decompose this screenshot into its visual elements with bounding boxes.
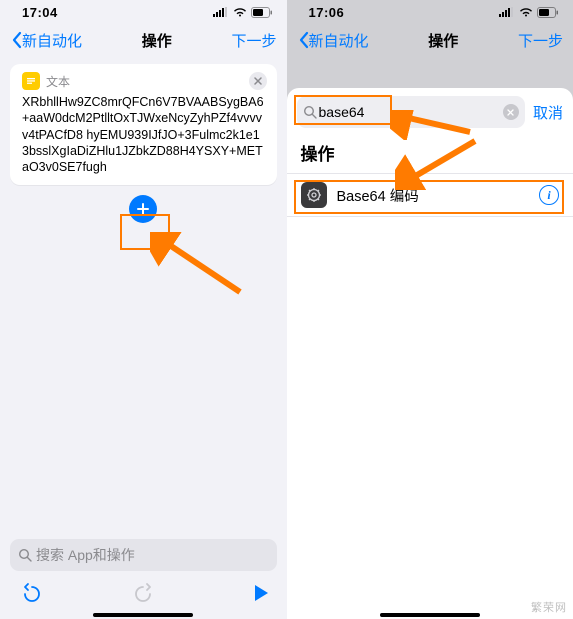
wifi-icon bbox=[233, 7, 247, 17]
right-phone: 17:06 新自动化 操作 下一步 bbox=[287, 0, 573, 619]
watermark: 繁荣网 bbox=[531, 599, 567, 615]
text-action-icon bbox=[22, 72, 40, 90]
add-action-button[interactable] bbox=[129, 195, 157, 223]
gear-icon bbox=[301, 182, 327, 208]
plus-icon bbox=[136, 202, 150, 216]
search-icon bbox=[303, 105, 317, 119]
status-bar: 17:04 bbox=[0, 0, 287, 24]
undo-button[interactable] bbox=[18, 582, 40, 609]
battery-icon bbox=[251, 7, 273, 18]
search-placeholder: 搜索 App和操作 bbox=[36, 545, 135, 565]
status-time: 17:04 bbox=[22, 5, 58, 20]
left-phone: 17:04 新自动化 操作 下一步 文本 bbox=[0, 0, 287, 619]
card-body-text: XRbhllHw9ZC8mrQFCn6V7BVAABSygBA6+aaW0dcM… bbox=[22, 94, 265, 175]
wifi-icon bbox=[519, 7, 533, 17]
card-title: 文本 bbox=[46, 73, 70, 90]
status-time: 17:06 bbox=[309, 5, 345, 20]
result-row[interactable]: Base64 编码 i bbox=[287, 174, 573, 216]
signal-icon bbox=[213, 7, 229, 17]
bottom-toolbar bbox=[0, 575, 287, 615]
result-label: Base64 编码 bbox=[337, 185, 530, 206]
back-label: 新自动化 bbox=[309, 30, 369, 51]
card-close-button[interactable] bbox=[249, 72, 267, 90]
home-indicator bbox=[380, 613, 480, 617]
search-icon bbox=[18, 548, 32, 562]
battery-icon bbox=[537, 7, 559, 18]
next-button[interactable]: 下一步 bbox=[518, 30, 563, 51]
redo-icon bbox=[135, 582, 157, 604]
search-bar[interactable]: 搜索 App和操作 bbox=[10, 539, 277, 571]
redo-button bbox=[135, 582, 157, 609]
close-icon bbox=[507, 109, 514, 116]
nav-bar: 新自动化 操作 下一步 bbox=[287, 24, 573, 56]
text-action-card[interactable]: 文本 XRbhllHw9ZC8mrQFCn6V7BVAABSygBA6+aaW0… bbox=[10, 64, 277, 185]
divider bbox=[287, 216, 573, 217]
sheet-search-bar[interactable] bbox=[297, 96, 525, 128]
sheet-title: 操作 bbox=[287, 134, 573, 173]
clear-search-button[interactable] bbox=[503, 104, 519, 120]
close-icon bbox=[254, 77, 262, 85]
next-button[interactable]: 下一步 bbox=[231, 30, 276, 51]
info-button[interactable]: i bbox=[539, 185, 559, 205]
cancel-button[interactable]: 取消 bbox=[533, 102, 563, 123]
action-picker-sheet: 取消 操作 Base64 编码 i bbox=[287, 88, 573, 619]
signal-icon bbox=[499, 7, 515, 17]
run-button[interactable] bbox=[253, 584, 269, 607]
back-button[interactable]: 新自动化 bbox=[297, 30, 369, 51]
search-input[interactable] bbox=[317, 104, 503, 120]
back-label: 新自动化 bbox=[22, 30, 82, 51]
status-bar: 17:06 bbox=[287, 0, 573, 24]
page-title: 操作 bbox=[142, 30, 172, 51]
status-right bbox=[499, 7, 559, 18]
play-icon bbox=[253, 584, 269, 602]
home-indicator bbox=[93, 613, 193, 617]
nav-bar: 新自动化 操作 下一步 bbox=[0, 24, 287, 56]
undo-icon bbox=[18, 582, 40, 604]
back-button[interactable]: 新自动化 bbox=[10, 30, 82, 51]
status-right bbox=[213, 7, 273, 18]
page-title: 操作 bbox=[428, 30, 458, 51]
